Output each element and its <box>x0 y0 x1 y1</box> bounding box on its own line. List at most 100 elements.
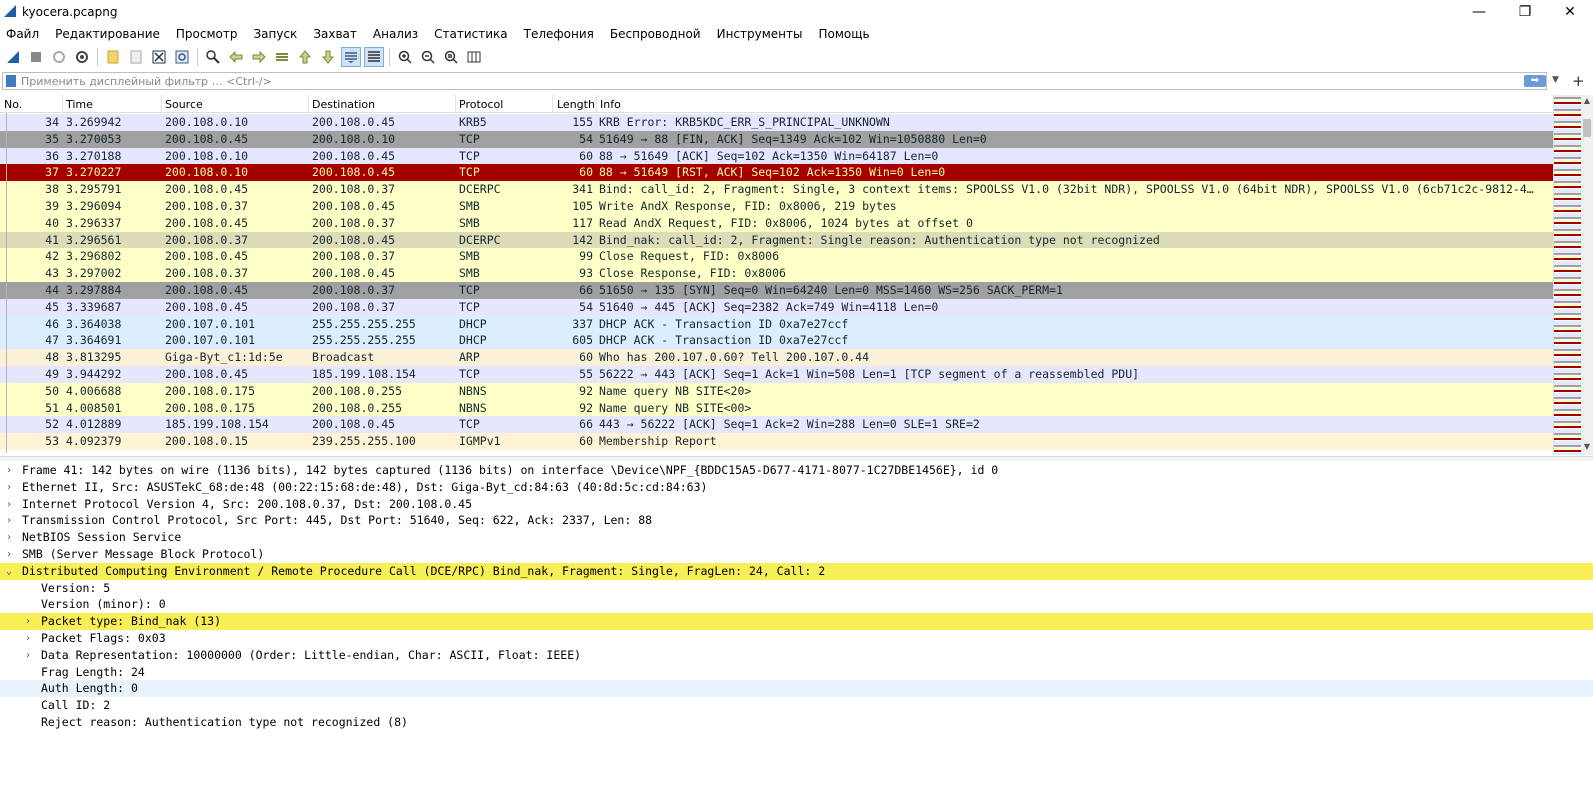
detail-tree-item[interactable]: › Data Representation: 10000000 (Order: L… <box>0 646 1593 664</box>
expand-chevron-icon[interactable]: › <box>22 630 34 647</box>
menu-analyze[interactable]: Анализ <box>365 27 426 41</box>
go-to-packet-icon[interactable] <box>272 47 292 67</box>
menu-go[interactable]: Запуск <box>245 27 305 41</box>
resize-columns-icon[interactable] <box>464 47 484 67</box>
menu-file[interactable]: Файл <box>0 27 47 41</box>
zoom-in-icon[interactable] <box>395 47 415 67</box>
expand-chevron-icon[interactable]: › <box>3 512 15 529</box>
add-filter-button-icon[interactable]: + <box>1572 72 1585 90</box>
packet-row[interactable]: 35 3.270053 200.108.0.45 200.108.0.10 TCP 54 5… <box>0 130 1553 148</box>
detail-tree-item[interactable]: Frag Length: 24 <box>0 663 1593 681</box>
stop-icon[interactable] <box>26 47 46 67</box>
packet-row[interactable]: 42 3.296802 200.108.0.45 200.108.0.37 SMB 99 C… <box>0 248 1553 266</box>
menu-telephony[interactable]: Телефония <box>516 27 602 41</box>
packet-row[interactable]: 46 3.364038 200.107.0.101 255.255.255.255 DH… <box>0 315 1553 333</box>
packet-list-scrollbar[interactable]: ▲ ▼ <box>1581 95 1593 455</box>
maximize-button[interactable]: ❐ <box>1502 0 1548 24</box>
scroll-up-icon[interactable]: ▲ <box>1581 95 1593 107</box>
packet-row[interactable]: 47 3.364691 200.107.0.101 255.255.255.255 DH… <box>0 332 1553 350</box>
go-back-icon[interactable] <box>226 47 246 67</box>
detail-tree-item[interactable]: Reject reason: Authentication type not r… <box>0 714 1593 731</box>
filter-history-dropdown-icon[interactable]: ▼ <box>1552 75 1559 85</box>
reload-file-icon[interactable] <box>172 47 192 67</box>
expand-chevron-icon[interactable]: › <box>22 613 34 630</box>
packet-row[interactable]: 37 3.270227 200.108.0.10 200.108.0.45 TCP 60 8… <box>0 164 1553 182</box>
capture-options-icon[interactable] <box>72 47 92 67</box>
detail-tree-item[interactable]: › Frame 41: 142 bytes on wire (1136 bits)… <box>0 462 1593 479</box>
scrollbar-thumb[interactable] <box>1583 119 1591 137</box>
menu-help[interactable]: Помощь <box>810 27 877 41</box>
detail-tree-item[interactable]: › Transmission Control Protocol, Src Port… <box>0 512 1593 530</box>
menu-tools[interactable]: Инструменты <box>709 27 811 41</box>
column-header-protocol[interactable]: Protocol <box>459 98 503 111</box>
column-header-destination[interactable]: Destination <box>312 98 375 111</box>
colorize-icon[interactable] <box>364 47 384 67</box>
auto-scroll-icon[interactable] <box>341 47 361 67</box>
first-packet-icon[interactable] <box>295 47 315 67</box>
shark-fin-start-icon[interactable] <box>3 47 23 67</box>
detail-tree-item[interactable]: Version (minor): 0 <box>0 596 1593 614</box>
column-header-length[interactable]: Length <box>557 98 595 111</box>
find-packet-icon[interactable] <box>203 47 223 67</box>
save-file-icon[interactable] <box>126 47 146 67</box>
expand-chevron-icon[interactable]: › <box>3 479 15 496</box>
expand-chevron-icon[interactable]: › <box>22 647 34 664</box>
last-packet-icon[interactable] <box>318 47 338 67</box>
zoom-out-icon[interactable] <box>418 47 438 67</box>
packet-protocol: KRB5 <box>459 115 487 129</box>
open-file-icon[interactable] <box>103 47 123 67</box>
close-file-icon[interactable] <box>149 47 169 67</box>
detail-tree-item[interactable]: › Ethernet II, Src: ASUSTekC_68:de:48 (00… <box>0 478 1593 496</box>
menu-wireless[interactable]: Беспроводной <box>602 27 709 41</box>
menu-capture[interactable]: Захват <box>305 27 365 41</box>
detail-tree-item[interactable]: › Packet Flags: 0x03 <box>0 630 1593 647</box>
detail-tree-item[interactable]: › Packet type: Bind_nak (13) <box>0 613 1593 631</box>
detail-tree-item[interactable]: › NetBIOS Session Service <box>0 529 1593 547</box>
detail-tree-item[interactable]: Version: 5 <box>0 579 1593 597</box>
expand-chevron-icon[interactable]: › <box>3 462 15 479</box>
packet-row[interactable]: 41 3.296561 200.108.0.37 200.108.0.45 DCERPC… <box>0 231 1553 249</box>
go-forward-icon[interactable] <box>249 47 269 67</box>
packet-row[interactable]: 39 3.296094 200.108.0.37 200.108.0.45 SMB 105… <box>0 198 1553 215</box>
packet-row[interactable]: 51 4.008501 200.108.0.175 200.108.0.255 NBNS… <box>0 399 1553 417</box>
expand-chevron-icon[interactable]: › <box>3 546 15 563</box>
column-header-no[interactable]: No. <box>4 98 22 111</box>
scroll-down-icon[interactable]: ▼ <box>1581 441 1593 453</box>
column-header-info[interactable]: Info <box>600 98 621 111</box>
menu-statistics[interactable]: Статистика <box>426 27 516 41</box>
detail-tree-item[interactable]: ⌄ Distributed Computing Environment / Rem… <box>0 562 1593 580</box>
packet-row[interactable]: 53 4.092379 200.108.0.15 239.255.255.100 IGM… <box>0 433 1553 451</box>
packet-row[interactable]: 40 3.296337 200.108.0.45 200.108.0.37 SMB 117… <box>0 214 1553 232</box>
packet-row[interactable]: 43 3.297002 200.108.0.37 200.108.0.45 SMB 93 C… <box>0 265 1553 283</box>
packet-row[interactable]: 52 4.012889 185.199.108.154 200.108.0.45 TCP… <box>0 416 1553 434</box>
apply-filter-arrow-icon[interactable]: ➡ <box>1524 75 1546 87</box>
packet-row[interactable]: 45 3.339687 200.108.0.45 200.108.0.37 TCP 54 5… <box>0 298 1553 316</box>
packet-row[interactable]: 38 3.295791 200.108.0.45 200.108.0.37 DCERPC… <box>0 181 1553 199</box>
display-filter-input[interactable] <box>21 74 1491 88</box>
detail-tree-item[interactable]: Auth Length: 0 <box>0 680 1593 698</box>
menu-edit[interactable]: Редактирование <box>47 27 168 41</box>
detail-tree-item[interactable]: › Internet Protocol Version 4, Src: 200.1… <box>0 495 1593 513</box>
packet-row[interactable]: 44 3.297884 200.108.0.45 200.108.0.37 TCP 66 5… <box>0 282 1553 299</box>
bookmark-icon[interactable] <box>6 75 16 87</box>
close-button[interactable]: ✕ <box>1547 0 1593 24</box>
minimize-button[interactable]: — <box>1456 0 1502 24</box>
packet-row[interactable]: 50 4.006688 200.108.0.175 200.108.0.255 NBNS… <box>0 382 1553 400</box>
packet-row[interactable]: 48 3.813295 Giga-Byt_c1:1d:5e Broadcast ARP 6… <box>0 349 1553 367</box>
column-header-time[interactable]: Time <box>66 98 93 111</box>
pane-splitter[interactable] <box>0 456 1593 461</box>
collapse-chevron-icon[interactable]: ⌄ <box>3 563 15 580</box>
zoom-normal-icon[interactable] <box>441 47 461 67</box>
packet-minimap[interactable] <box>1553 95 1581 455</box>
detail-tree-item[interactable]: Call ID: 2 <box>0 697 1593 715</box>
detail-tree-item[interactable]: › SMB (Server Message Block Protocol) <box>0 546 1593 563</box>
column-header-source[interactable]: Source <box>165 98 203 111</box>
packet-row[interactable]: 49 3.944292 200.108.0.45 185.199.108.154 TCP… <box>0 366 1553 383</box>
packet-row[interactable]: 36 3.270188 200.108.0.10 200.108.0.45 TCP 60 8… <box>0 147 1553 165</box>
menu-view[interactable]: Просмотр <box>168 27 246 41</box>
packet-row[interactable]: 34 3.269942 200.108.0.10 200.108.0.45 KRB5 15… <box>0 114 1553 131</box>
expand-chevron-icon[interactable]: › <box>3 529 15 546</box>
restart-icon[interactable] <box>49 47 69 67</box>
detail-tree-text: Call ID: 2 <box>41 698 111 713</box>
expand-chevron-icon[interactable]: › <box>3 496 15 513</box>
